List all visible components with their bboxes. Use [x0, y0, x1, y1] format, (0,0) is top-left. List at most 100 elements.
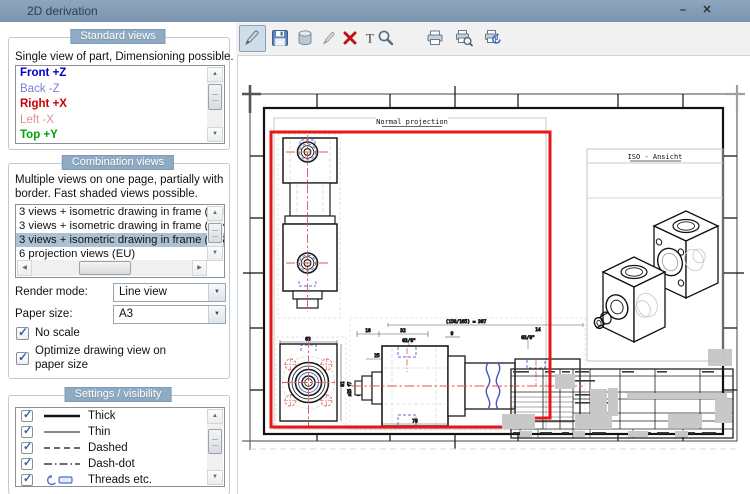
normal-projection-label: Normal projection [376, 118, 448, 126]
thick-checkbox[interactable]: ✓ [21, 410, 33, 422]
render-mode-select[interactable]: Line view ▼ [113, 283, 226, 302]
dropdown-arrow-icon[interactable]: ▼ [208, 306, 225, 323]
standard-views-list[interactable]: Front +Z Back -Z Right +X Left -X Top +Y… [15, 65, 225, 144]
list-item-eu[interactable]: 6 projection views (EU) [16, 247, 224, 261]
line-style-label: Thick [88, 408, 115, 424]
no-scale-label: No scale [35, 327, 80, 339]
svg-text:25: 25 [374, 353, 380, 359]
threads-icon [42, 472, 82, 487]
print-preview-button[interactable] [451, 25, 478, 52]
scroll-up-icon[interactable]: ▲ [207, 409, 223, 424]
standard-views-scrollbar[interactable]: ▲ ▼ [207, 67, 223, 142]
svg-text:18: 18 [365, 328, 371, 334]
thick-line-icon [42, 408, 82, 424]
combination-views-hscrollbar[interactable]: ◀ ▶ [17, 260, 207, 276]
2d-derivation-window: 2D derivation – ✕ Standard views Single … [0, 0, 750, 494]
print-preview-icon [454, 28, 474, 48]
list-item-right[interactable]: Right +X [16, 97, 224, 113]
pen-small-icon [319, 28, 339, 48]
list-item-front[interactable]: Front +Z [16, 66, 224, 82]
front-view[interactable]: 63 81 [276, 337, 346, 430]
line-style-label: Threads etc. [88, 472, 152, 487]
paper-size-value: A3 [119, 308, 133, 320]
thin-checkbox[interactable]: ✓ [21, 426, 33, 438]
list-item-ansi[interactable]: 3 views + isometric drawing in frame (AN… [16, 205, 224, 219]
scroll-thumb[interactable] [208, 429, 222, 454]
line-style-label: Dashed [88, 440, 128, 456]
titlebar[interactable]: 2D derivation – ✕ [0, 0, 750, 23]
list-item-top[interactable]: Top +Y [16, 128, 224, 144]
combination-views-group: Multiple views on one page, partially wi… [8, 163, 230, 379]
scroll-right-icon[interactable]: ▶ [192, 260, 207, 276]
line-style-row-dashdot[interactable]: ✓ Dash-dot [16, 456, 224, 472]
settings-list[interactable]: ✓ Thick ✓ Thin ✓ Dashed [15, 407, 225, 487]
scroll-down-icon[interactable]: ▼ [207, 127, 223, 142]
print-setup-button[interactable] [480, 25, 507, 52]
settings-scrollbar[interactable]: ▲ ▼ [207, 409, 223, 485]
printer-icon [425, 28, 445, 48]
toolbar: T [236, 22, 750, 55]
optimize-checkbox[interactable]: ✓ [16, 352, 29, 365]
svg-text:78: 78 [412, 419, 418, 425]
scroll-left-icon[interactable]: ◀ [17, 260, 32, 276]
check-icon: ✓ [23, 439, 32, 455]
combination-views-vscrollbar[interactable]: ▲ ▼ [207, 206, 223, 261]
line-style-row-thin[interactable]: ✓ Thin [16, 424, 224, 440]
iso-view-label: ISO - Ansicht [628, 153, 683, 161]
dash-dot-checkbox[interactable]: ✓ [21, 458, 33, 470]
scroll-down-icon[interactable]: ▼ [207, 470, 223, 485]
magnifier-icon [376, 28, 396, 48]
part-3d-button[interactable] [292, 25, 319, 52]
render-mode-value: Line view [119, 286, 167, 298]
list-item-jis[interactable]: 3 views + isometric drawing in frame (JI… [16, 233, 224, 247]
save-icon [270, 28, 290, 48]
check-icon: ✓ [23, 423, 32, 439]
drawing-canvas[interactable]: Normal projection [237, 55, 750, 494]
check-icon: ✓ [18, 350, 28, 364]
save-button[interactable] [267, 25, 294, 52]
zoom-button[interactable] [373, 25, 400, 52]
options-panel: Standard views Single view of part, Dime… [0, 22, 236, 494]
thin-line-icon [42, 424, 82, 440]
edit-drawing-button[interactable] [239, 25, 266, 52]
minimize-button[interactable]: – [674, 2, 692, 19]
print-setup-icon [483, 28, 503, 48]
line-style-row-threads[interactable]: ✓ Threads etc. [16, 472, 224, 487]
no-scale-checkbox[interactable]: ✓ [16, 327, 29, 340]
svg-text:14: 14 [535, 327, 541, 333]
dashed-line-icon [42, 440, 82, 456]
scroll-up-icon[interactable]: ▲ [207, 67, 223, 82]
check-icon: ✓ [18, 325, 28, 339]
svg-text:ø25 f7: ø25 f7 [347, 381, 352, 396]
list-item-din[interactable]: 3 views + isometric drawing in frame (DI… [16, 219, 224, 233]
dropdown-arrow-icon[interactable]: ▼ [208, 284, 225, 301]
scroll-down-icon[interactable]: ▼ [207, 246, 223, 261]
line-style-row-thick[interactable]: ✓ Thick [16, 408, 224, 424]
top-view[interactable] [278, 134, 340, 318]
drawing-preview: Normal projection [238, 56, 750, 494]
list-item-left[interactable]: Left -X [16, 113, 224, 129]
combination-views-caption: Combination views [62, 155, 174, 170]
standard-views-description: Single view of part, Dimensioning possib… [15, 51, 234, 63]
scroll-thumb[interactable] [79, 261, 131, 275]
threads-checkbox[interactable]: ✓ [21, 474, 33, 486]
print-button[interactable] [422, 25, 449, 52]
close-button[interactable]: ✕ [698, 2, 716, 19]
paper-size-select[interactable]: A3 ▼ [113, 305, 226, 324]
scroll-up-icon[interactable]: ▲ [207, 206, 223, 221]
scroll-thumb[interactable] [208, 223, 222, 243]
scroll-thumb[interactable] [208, 84, 222, 110]
window-title: 2D derivation [27, 4, 98, 18]
standard-views-group: Single view of part, Dimensioning possib… [8, 37, 230, 150]
paper-size-label: Paper size: [15, 308, 73, 320]
optimize-label-2: paper size [35, 359, 88, 371]
line-style-row-dashed[interactable]: ✓ Dashed [16, 440, 224, 456]
dashed-checkbox[interactable]: ✓ [21, 442, 33, 454]
list-item-back[interactable]: Back -Z [16, 82, 224, 98]
standard-views-caption: Standard views [70, 29, 165, 44]
combination-views-list[interactable]: 3 views + isometric drawing in frame (AN… [15, 204, 225, 278]
pen-icon [242, 28, 262, 48]
combination-description-1: Multiple views on one page, partially wi… [15, 174, 223, 186]
check-icon: ✓ [23, 407, 32, 423]
line-style-label: Dash-dot [88, 456, 135, 472]
